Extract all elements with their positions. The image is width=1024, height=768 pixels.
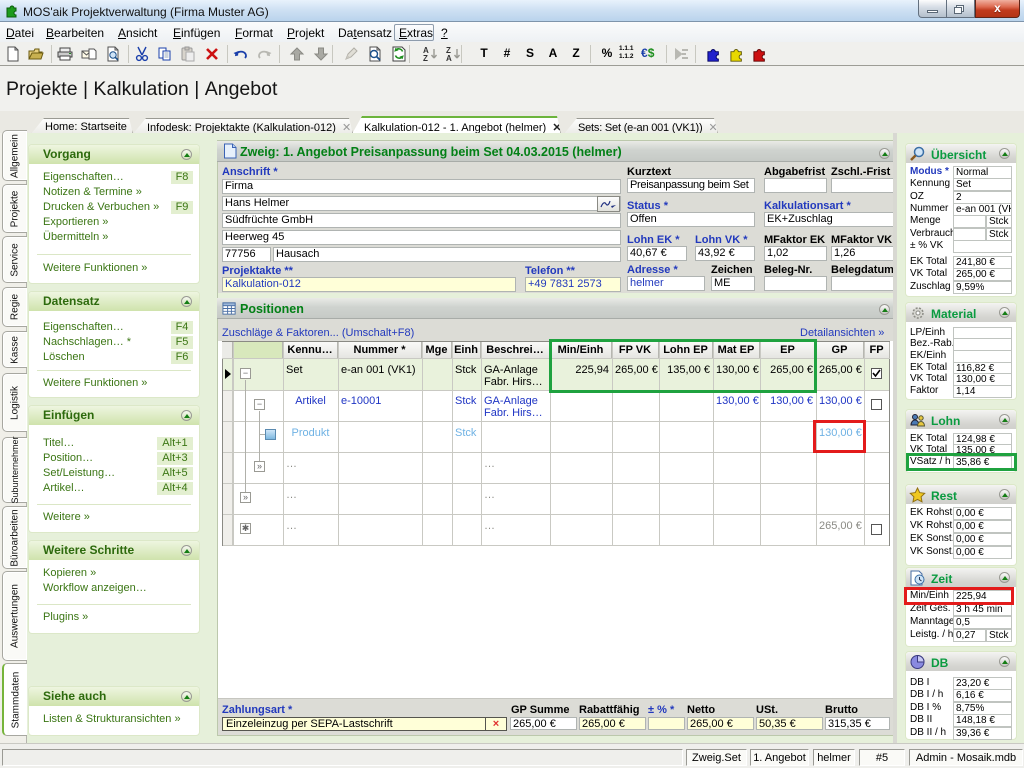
svg-text:A: A <box>446 54 452 62</box>
svg-text:Z: Z <box>423 54 428 62</box>
